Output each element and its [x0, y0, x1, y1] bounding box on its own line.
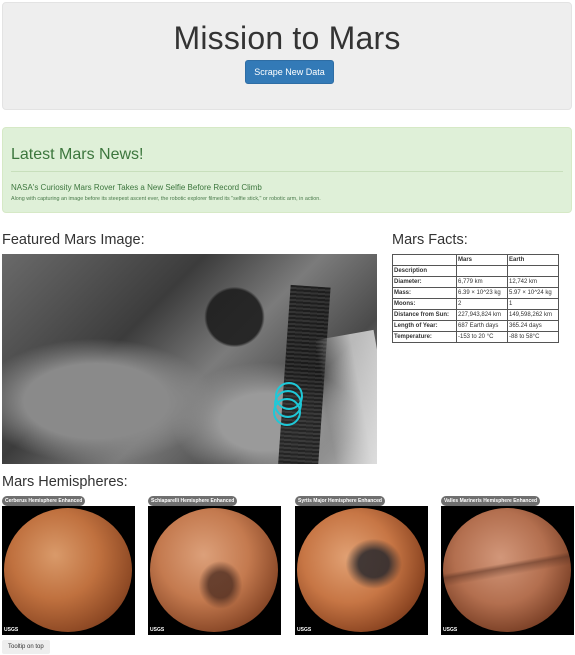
- scrape-new-data-button[interactable]: Scrape New Data: [245, 60, 334, 84]
- hemisphere-caption: Syrtis Major Hemisphere Enhanced: [295, 496, 385, 506]
- jumbotron-header: Mission to Mars Scrape New Data: [2, 2, 572, 110]
- hemisphere-caption: Cerberus Hemisphere Enhanced: [2, 496, 86, 506]
- tooltip: Tooltip on top: [2, 640, 50, 654]
- fact-label: Moons:: [392, 298, 457, 310]
- mars-facts-heading: Mars Facts:: [392, 232, 468, 248]
- table-row: Temperature: -153 to 20 °C -88 to 58°C: [392, 331, 559, 343]
- table-header-cell: Earth: [507, 254, 559, 266]
- table-index-row: Description: [392, 265, 559, 277]
- mars-globe-image: [297, 508, 425, 632]
- mars-globe-image: [443, 508, 571, 632]
- fact-earth: 365.24 days: [507, 320, 559, 332]
- fact-earth: 149,598,262 km: [507, 309, 559, 321]
- table-header-cell: [392, 254, 457, 266]
- fact-earth: 1: [507, 298, 559, 310]
- featured-image-overlay: [273, 382, 303, 426]
- fact-earth: -88 to 58°C: [507, 331, 559, 343]
- fact-mars: -153 to 20 °C: [456, 331, 508, 343]
- hemisphere-image[interactable]: USGS: [148, 506, 281, 635]
- fact-earth: 12,742 km: [507, 276, 559, 288]
- table-row: Diameter: 6,779 km 12,742 km: [392, 276, 559, 288]
- hemispheres-heading: Mars Hemispheres:: [2, 474, 128, 490]
- table-row: Moons: 2 1: [392, 298, 559, 310]
- table-row: Mass: 6.39 × 10^23 kg 5.97 × 10^24 kg: [392, 287, 559, 299]
- fact-label: Length of Year:: [392, 320, 457, 332]
- table-header-row: Mars Earth: [392, 254, 559, 266]
- table-row: Length of Year: 687 Earth days 365.24 da…: [392, 320, 559, 332]
- news-paragraph: Along with capturing an image before its…: [11, 196, 321, 202]
- featured-mars-image[interactable]: [2, 254, 377, 464]
- fact-mars: 6,779 km: [456, 276, 508, 288]
- latest-news-panel: Latest Mars News! NASA's Curiosity Mars …: [2, 127, 572, 213]
- fact-label: Distance from Sun:: [392, 309, 457, 321]
- featured-image-heading: Featured Mars Image:: [2, 232, 145, 248]
- hemisphere-caption: Valles Marineris Hemisphere Enhanced: [441, 496, 541, 506]
- mars-facts-table: Mars Earth Description Diameter: 6,779 k…: [392, 254, 559, 343]
- fact-label: Temperature:: [392, 331, 457, 343]
- usgs-logo: USGS: [150, 627, 165, 633]
- fact-label: Diameter:: [392, 276, 457, 288]
- hemisphere-image[interactable]: USGS: [295, 506, 428, 635]
- news-divider: [11, 171, 563, 172]
- hemisphere-image[interactable]: USGS: [441, 506, 574, 635]
- hemisphere-image[interactable]: USGS: [2, 506, 135, 635]
- fact-label: Mass:: [392, 287, 457, 299]
- mars-globe-image: [4, 508, 132, 632]
- hemisphere-caption: Schiaparelli Hemisphere Enhanced: [148, 496, 238, 506]
- mars-globe-image: [150, 508, 278, 632]
- usgs-logo: USGS: [297, 627, 312, 633]
- fact-earth: 5.97 × 10^24 kg: [507, 287, 559, 299]
- hemisphere-card-valles-marineris[interactable]: Valles Marineris Hemisphere Enhanced USG…: [441, 496, 574, 639]
- news-heading: Latest Mars News!: [11, 146, 144, 163]
- hemisphere-card-syrtis-major[interactable]: Syrtis Major Hemisphere Enhanced USGS: [295, 496, 428, 639]
- page-title: Mission to Mars: [173, 20, 401, 56]
- fact-mars: 687 Earth days: [456, 320, 508, 332]
- fact-mars: 2: [456, 298, 508, 310]
- fact-mars: 227,943,824 km: [456, 309, 508, 321]
- hemisphere-card-cerberus[interactable]: Cerberus Hemisphere Enhanced USGS: [2, 496, 135, 639]
- table-header-cell: Mars: [456, 254, 508, 266]
- usgs-logo: USGS: [443, 627, 458, 633]
- fact-mars: 6.39 × 10^23 kg: [456, 287, 508, 299]
- news-title: NASA's Curiosity Mars Rover Takes a New …: [11, 183, 262, 192]
- hemisphere-card-schiaparelli[interactable]: Schiaparelli Hemisphere Enhanced USGS: [148, 496, 281, 639]
- table-index-label: Description: [392, 265, 457, 277]
- usgs-logo: USGS: [4, 627, 19, 633]
- table-row: Distance from Sun: 227,943,824 km 149,59…: [392, 309, 559, 321]
